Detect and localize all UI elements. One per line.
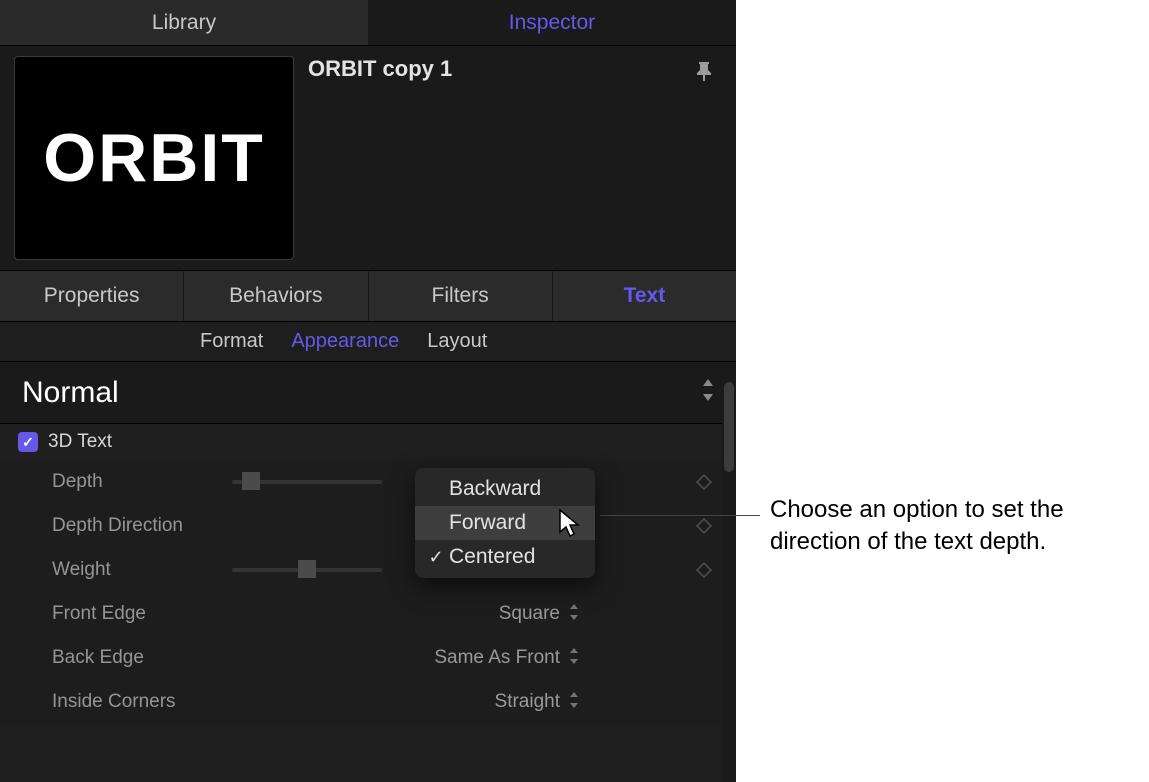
back-edge-value: Same As Front [232, 647, 566, 669]
updown-icon [566, 646, 712, 671]
tab-text[interactable]: Text [553, 271, 736, 321]
text-style-label: Normal [22, 376, 119, 410]
param-back-edge-label: Back Edge [52, 647, 232, 669]
popup-item-backward[interactable]: Backward [415, 472, 595, 506]
keyframe-icon[interactable] [696, 474, 712, 490]
weight-slider[interactable] [232, 568, 382, 572]
3d-text-checkbox[interactable]: ✓ [18, 432, 38, 452]
slider-thumb-icon[interactable] [242, 472, 260, 490]
top-tabs: Library Inspector [0, 0, 736, 46]
param-depth-label: Depth [52, 471, 232, 493]
depth-direction-popup: Backward Forward ✓Centered [415, 468, 595, 578]
param-back-edge[interactable]: Back Edge Same As Front [0, 636, 736, 680]
object-title: ORBIT copy 1 [294, 56, 686, 82]
tab-behaviors[interactable]: Behaviors [184, 271, 368, 321]
subtab-appearance[interactable]: Appearance [291, 330, 399, 353]
subtab-format[interactable]: Format [200, 330, 263, 353]
text-style-select[interactable]: Normal [0, 362, 736, 424]
tab-inspector[interactable]: Inspector [368, 0, 736, 45]
front-edge-value: Square [232, 603, 566, 625]
slider-thumb-icon[interactable] [298, 560, 316, 578]
thumbnail-preview: ORBIT [14, 56, 294, 260]
param-depth: Depth [0, 460, 736, 504]
param-depth-direction: Depth Direction [0, 504, 736, 548]
callout-text: Choose an option to set the direction of… [770, 494, 1130, 559]
updown-icon [698, 376, 718, 409]
keyframe-icon[interactable] [696, 518, 712, 534]
keyframe-icon[interactable] [696, 562, 712, 578]
inside-corners-value: Straight [232, 691, 566, 713]
updown-icon [566, 602, 712, 627]
popup-item-centered[interactable]: ✓Centered [415, 540, 595, 574]
subtab-layout[interactable]: Layout [427, 330, 487, 353]
3d-text-label: 3D Text [48, 431, 112, 453]
text-subtabs: Format Appearance Layout [0, 322, 736, 362]
tab-properties[interactable]: Properties [0, 271, 184, 321]
param-front-edge-label: Front Edge [52, 603, 232, 625]
tab-filters[interactable]: Filters [369, 271, 553, 321]
depth-slider[interactable] [232, 480, 382, 484]
scrollbar-thumb[interactable] [724, 382, 734, 472]
callout-line [600, 515, 760, 516]
tab-library[interactable]: Library [0, 0, 368, 45]
thumbnail-text: ORBIT [43, 119, 265, 197]
pin-icon[interactable] [695, 60, 713, 87]
param-inside-corners[interactable]: Inside Corners Straight [0, 680, 736, 724]
preview-row: ORBIT ORBIT copy 1 [0, 46, 736, 270]
popup-item-forward[interactable]: Forward [415, 506, 595, 540]
param-weight-label: Weight [52, 559, 232, 581]
updown-icon [566, 690, 712, 715]
3d-text-group-header[interactable]: ✓ 3D Text [0, 424, 736, 460]
param-weight: Weight 0 [0, 548, 736, 592]
scrollbar[interactable] [722, 382, 736, 782]
param-inside-corners-label: Inside Corners [52, 691, 232, 713]
param-depth-direction-label: Depth Direction [52, 515, 232, 537]
inspector-panel: Library Inspector ORBIT ORBIT copy 1 Pro… [0, 0, 736, 782]
section-tabs: Properties Behaviors Filters Text [0, 270, 736, 322]
param-front-edge[interactable]: Front Edge Square [0, 592, 736, 636]
